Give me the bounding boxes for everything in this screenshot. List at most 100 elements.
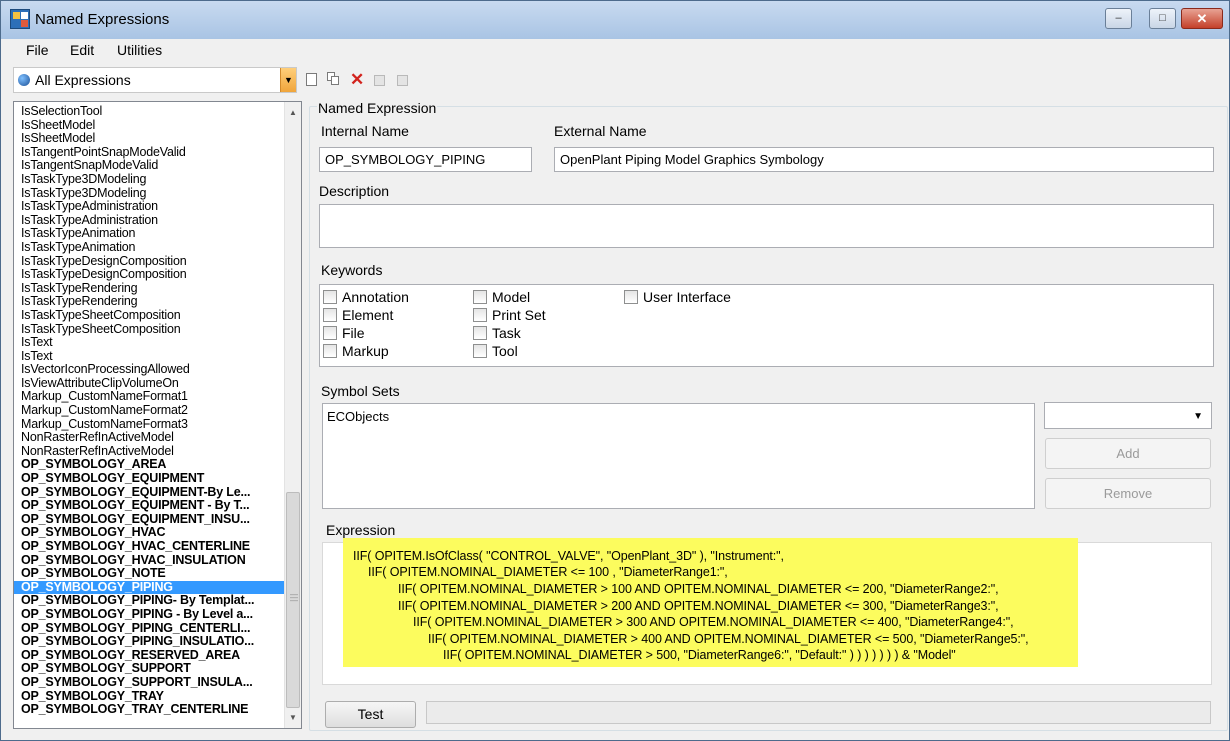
list-item[interactable]: IsTaskType3DModeling: [14, 173, 286, 187]
app-icon: [10, 9, 30, 29]
keywords-label: Keywords: [321, 262, 383, 278]
list-item[interactable]: IsViewAttributeClipVolumeOn: [14, 377, 286, 391]
test-result-bar: [426, 701, 1211, 724]
menu-utilities[interactable]: Utilities: [117, 42, 162, 58]
checkbox[interactable]: [323, 290, 337, 304]
grip-icon: — — —: [290, 590, 298, 605]
list-item[interactable]: OP_SYMBOLOGY_TRAY: [14, 690, 286, 704]
list-item[interactable]: Markup_CustomNameFormat2: [14, 404, 286, 418]
remove-button[interactable]: Remove: [1045, 478, 1211, 509]
list-item[interactable]: OP_SYMBOLOGY_HVAC_CENTERLINE: [14, 540, 286, 554]
chevron-down-icon[interactable]: ▼: [1193, 411, 1203, 422]
list-item[interactable]: OP_SYMBOLOGY_PIPING- By Templat...: [14, 594, 286, 608]
external-name-label: External Name: [554, 123, 647, 139]
copy-expression-icon[interactable]: [327, 72, 341, 88]
expression-filter-select[interactable]: All Expressions ▼: [13, 67, 297, 93]
expression-line: IIF( OPITEM.NOMINAL_DIAMETER > 500, "Dia…: [443, 648, 956, 662]
expression-line: IIF( OPITEM.IsOfClass( "CONTROL_VALVE", …: [353, 549, 784, 563]
close-button[interactable]: ✕: [1181, 8, 1223, 29]
external-name-field[interactable]: OpenPlant Piping Model Graphics Symbolog…: [554, 147, 1214, 172]
list-item[interactable]: OP_SYMBOLOGY_EQUIPMENT: [14, 472, 286, 486]
list-item[interactable]: IsTaskType3DModeling: [14, 187, 286, 201]
scroll-up-icon[interactable]: ▲: [285, 104, 301, 121]
list-item[interactable]: OP_SYMBOLOGY_AREA: [14, 458, 286, 472]
list-item[interactable]: IsTaskTypeSheetComposition: [14, 309, 286, 323]
list-item[interactable]: IsVectorIconProcessingAllowed: [14, 363, 286, 377]
description-field[interactable]: [319, 204, 1214, 248]
keywords-list: Annotation Element File Markup Model Pri…: [319, 284, 1214, 367]
maximize-button[interactable]: □: [1149, 8, 1176, 29]
expression-line: IIF( OPITEM.NOMINAL_DIAMETER > 200 AND O…: [398, 599, 999, 613]
list-item[interactable]: OP_SYMBOLOGY_PIPING_INSULATIO...: [14, 635, 286, 649]
menu-file[interactable]: File: [26, 42, 49, 58]
symbol-sets-list[interactable]: ECObjects: [322, 403, 1035, 509]
expression-line: IIF( OPITEM.NOMINAL_DIAMETER > 300 AND O…: [413, 615, 1014, 629]
checkbox[interactable]: [323, 344, 337, 358]
internal-name-field[interactable]: OP_SYMBOLOGY_PIPING: [319, 147, 532, 172]
list-item[interactable]: OP_SYMBOLOGY_PIPING_CENTERLI...: [14, 622, 286, 636]
group-title: Named Expression: [317, 100, 438, 116]
expression-editor[interactable]: IIF( OPITEM.IsOfClass( "CONTROL_VALVE", …: [322, 538, 1212, 685]
expression-list[interactable]: IsSelectionTool IsSheetModel IsSheetModel I…: [13, 101, 302, 729]
list-item[interactable]: IsText: [14, 350, 286, 364]
list-item[interactable]: Markup_CustomNameFormat3: [14, 418, 286, 432]
checkbox[interactable]: [323, 308, 337, 322]
checkbox[interactable]: [323, 326, 337, 340]
delete-icon[interactable]: ✕: [350, 71, 364, 88]
add-button[interactable]: Add: [1045, 438, 1211, 469]
list-item[interactable]: NonRasterRefInActiveModel: [14, 431, 286, 445]
list-item[interactable]: IsTaskTypeAnimation: [14, 241, 286, 255]
menu-edit[interactable]: Edit: [70, 42, 94, 58]
list-scrollbar[interactable]: ▲ — — — ▼: [284, 102, 301, 728]
list-item[interactable]: OP_SYMBOLOGY_PIPING - By Level a...: [14, 608, 286, 622]
list-item[interactable]: OP_SYMBOLOGY_HVAC: [14, 526, 286, 540]
list-item[interactable]: IsTangentSnapModeValid: [14, 159, 286, 173]
scroll-thumb[interactable]: — — —: [286, 492, 300, 708]
list-item[interactable]: OP_SYMBOLOGY_EQUIPMENT_INSU...: [14, 513, 286, 527]
list-item[interactable]: OP_SYMBOLOGY_TRAY_CENTERLINE: [14, 703, 286, 717]
checkbox[interactable]: [473, 344, 487, 358]
filter-value: All Expressions: [35, 72, 131, 88]
list-item[interactable]: OP_SYMBOLOGY_PIPING: [14, 580, 286, 595]
list-item[interactable]: IsText: [14, 336, 286, 350]
list-item[interactable]: OP_SYMBOLOGY_HVAC_INSULATION: [14, 554, 286, 568]
list-item[interactable]: IsSelectionTool: [14, 105, 286, 119]
list-item[interactable]: ECObjects: [327, 409, 1030, 424]
list-item[interactable]: OP_SYMBOLOGY_SUPPORT_INSULA...: [14, 676, 286, 690]
new-expression-icon[interactable]: [306, 72, 320, 88]
list-item[interactable]: OP_SYMBOLOGY_RESERVED_AREA: [14, 649, 286, 663]
symbol-sets-label: Symbol Sets: [321, 383, 400, 399]
test-button[interactable]: Test: [325, 701, 416, 728]
checkbox[interactable]: [624, 290, 638, 304]
checkbox[interactable]: [473, 308, 487, 322]
list-item[interactable]: NonRasterRefInActiveModel: [14, 445, 286, 459]
chevron-down-icon[interactable]: ▼: [280, 68, 296, 92]
list-item[interactable]: IsSheetModel: [14, 119, 286, 133]
list-item[interactable]: IsTaskTypeRendering: [14, 295, 286, 309]
list-item[interactable]: IsTaskTypeAnimation: [14, 227, 286, 241]
internal-name-label: Internal Name: [321, 123, 409, 139]
list-item[interactable]: IsSheetModel: [14, 132, 286, 146]
checkbox[interactable]: [473, 326, 487, 340]
list-item[interactable]: IsTaskTypeDesignComposition: [14, 255, 286, 269]
list-item[interactable]: IsTaskTypeDesignComposition: [14, 268, 286, 282]
list-item[interactable]: OP_SYMBOLOGY_NOTE: [14, 567, 286, 581]
list-item[interactable]: OP_SYMBOLOGY_SUPPORT: [14, 662, 286, 676]
list-item[interactable]: IsTangentPointSnapModeValid: [14, 146, 286, 160]
list-item[interactable]: IsTaskTypeRendering: [14, 282, 286, 296]
expression-label: Expression: [326, 522, 396, 538]
list-item[interactable]: IsTaskTypeSheetComposition: [14, 323, 286, 337]
save-icon[interactable]: [374, 72, 388, 88]
list-item[interactable]: IsTaskTypeAdministration: [14, 200, 286, 214]
list-item[interactable]: OP_SYMBOLOGY_EQUIPMENT - By T...: [14, 499, 286, 513]
minimize-button[interactable]: –: [1105, 8, 1132, 29]
window-title: Named Expressions: [35, 11, 170, 28]
list-item[interactable]: OP_SYMBOLOGY_EQUIPMENT-By Le...: [14, 486, 286, 500]
symbol-set-select[interactable]: ▼: [1044, 402, 1212, 429]
list-item[interactable]: Markup_CustomNameFormat1: [14, 390, 286, 404]
list-item[interactable]: IsTaskTypeAdministration: [14, 214, 286, 228]
scroll-down-icon[interactable]: ▼: [285, 709, 301, 726]
checkbox[interactable]: [473, 290, 487, 304]
title-bar[interactable]: Named Expressions – □ ✕: [1, 1, 1229, 39]
save-all-icon[interactable]: [397, 72, 411, 88]
